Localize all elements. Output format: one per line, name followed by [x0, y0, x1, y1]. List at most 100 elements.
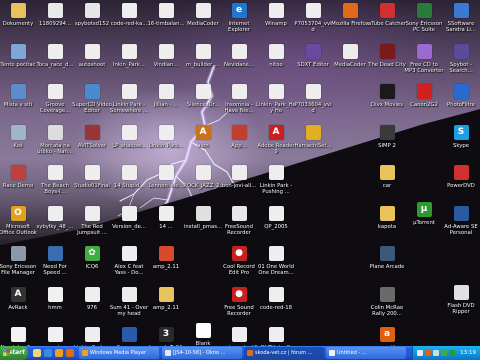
desktop-shortcut[interactable]: Version_de... — [112, 205, 146, 245]
desktop-shortcut[interactable]: Sony Ericsson File Manager — [0, 246, 36, 285]
desktop-shortcut[interactable]: motocontest2 — [221, 327, 257, 346]
desktop-shortcut[interactable]: QP_2005 — [259, 205, 293, 245]
desktop-shortcut[interactable]: HamachiSet... — [294, 124, 332, 164]
volume-tray-icon[interactable] — [433, 350, 439, 356]
desktop-shortcut[interactable]: MediaCoder — [186, 3, 220, 42]
desktop-shortcut[interactable]: Ad-Aware SE Personal — [444, 205, 478, 245]
desktop-shortcut[interactable]: Linkin Park - Somewhere ... — [110, 84, 148, 123]
desktop-shortcut[interactable]: SSoftware Sandra Li... — [444, 3, 478, 42]
desktop-shortcut[interactable]: Koš — [1, 124, 35, 164]
desktop-shortcut[interactable]: Linkin Park - Pushing ... — [259, 165, 293, 204]
desktop-shortcut[interactable]: PhotoFiltre — [444, 84, 478, 123]
desktop-shortcut[interactable]: Need For Speed ... — [38, 246, 72, 285]
desktop-shortcut[interactable]: The Dead City — [368, 43, 406, 83]
desktop-shortcut[interactable]: P7053704_vvid — [294, 3, 332, 42]
desktop-shortcut[interactable]: P7033604_vvid — [294, 84, 332, 123]
desktop-shortcut[interactable]: Morčata na útěku - Nah... — [37, 124, 73, 164]
internet-explorer-icon[interactable] — [44, 349, 52, 357]
desktop-shortcut[interactable]: Silence_Dr... — [186, 84, 220, 123]
firefox-icon[interactable] — [66, 349, 74, 357]
desktop-shortcut[interactable]: nitoo — [259, 43, 293, 83]
desktop-shortcut[interactable]: e Internet Explorer — [222, 3, 256, 42]
desktop-shortcut[interactable]: napis — [38, 327, 72, 346]
desktop-shortcut[interactable]: Divx Movies — [370, 84, 404, 123]
desktop-shortcut[interactable]: µ µTorrent — [407, 201, 441, 241]
messenger-tray-icon[interactable] — [441, 350, 447, 356]
desktop-shortcut[interactable]: sybylky_48_... — [37, 205, 73, 245]
desktop-shortcut[interactable]: 01 One World One Dream... — [258, 246, 294, 285]
desktop-shortcut[interactable]: 14 Stupid... — [112, 165, 146, 204]
desktop-shortcut[interactable]: Mozilla Firefox — [331, 3, 369, 42]
desktop-shortcut[interactable]: SDXT Editor — [296, 43, 330, 83]
desktop-shortcut[interactable]: MediaCoder — [333, 43, 367, 83]
desktop-shortcut[interactable]: ✿ ICQ6 — [75, 246, 109, 285]
desktop-shortcut[interactable]: Sony Ericsson PC Suite — [406, 3, 442, 42]
desktop-shortcut[interactable]: LP_shadow... — [112, 124, 146, 164]
desktop-shortcut[interactable]: Místa v síti — [1, 84, 35, 123]
desktop-shortcut[interactable]: autoshoot — [75, 43, 109, 83]
desktop-shortcut[interactable]: Blank — [186, 323, 220, 346]
desktop-shortcut[interactable]: SuperCD Video Editor — [72, 84, 112, 123]
desktop-shortcut[interactable]: ● Free Sound Recorder — [222, 286, 256, 326]
desktop-shortcut[interactable]: Toca_race_d... — [36, 43, 74, 83]
desktop-shortcut[interactable]: Spybot - Search... — [444, 43, 478, 83]
desktop-shortcut[interactable]: A AvRack — [1, 286, 35, 326]
desktop-shortcut[interactable]: Free CD to MP3 Converter — [404, 43, 444, 83]
desktop-shortcut[interactable]: Dokumenty — [1, 3, 35, 42]
desktop-shortcut[interactable]: Insomnia - Have Nie... — [222, 84, 256, 123]
start-button[interactable]: start — [0, 346, 28, 360]
desktop-shortcut[interactable]: ROCK_JAZZ_2... — [183, 165, 223, 204]
desktop-shortcut[interactable]: 14 ... — [149, 205, 183, 245]
desktop-shortcut[interactable]: PowerDVD — [444, 165, 478, 204]
desktop-shortcut[interactable]: Canon2G2 — [407, 84, 441, 123]
desktop-shortcut[interactable]: Inkin_Park... — [112, 43, 146, 83]
desktop-shortcut[interactable]: Sum 41 - Over my head — [110, 286, 148, 326]
antivirus-tray-icon[interactable] — [425, 350, 431, 356]
desktop-shortcut[interactable]: 16-timbalan... — [147, 3, 185, 42]
desktop-shortcut[interactable]: Linkin_Park... — [149, 124, 183, 164]
taskbar-button[interactable]: Untitled - ... — [326, 347, 406, 359]
desktop-shortcut[interactable]: Samsung Media Studio5 — [112, 327, 146, 346]
desktop-shortcut[interactable]: spybotsd152 — [75, 3, 109, 42]
desktop-shortcut[interactable]: AVITSolver — [75, 124, 109, 164]
desktop-shortcut[interactable]: Linkin_Park_Hey Ho — [256, 84, 296, 123]
desktop-shortcut[interactable]: kapota — [370, 205, 404, 245]
desktop-shortcut[interactable]: Colin McRae Rally 200... — [370, 286, 404, 326]
desktop-shortcut[interactable]: 3Launch ToCA Race Driver 3 — [149, 327, 183, 346]
desktop-shortcut[interactable]: aTube Catcher — [368, 3, 406, 42]
desktop-shortcut[interactable]: 976 — [75, 286, 109, 326]
desktop-shortcut[interactable]: Linkin_Park-... — [74, 327, 110, 346]
desktop-shortcut[interactable]: SIMP 2 — [370, 124, 404, 164]
desktop-shortcut[interactable]: Lennon_ele... — [148, 165, 184, 204]
desktop-shortcut[interactable]: A Adobe Reader 9 — [257, 124, 295, 164]
desktop-shortcut[interactable]: Alex C feat Yass - Do... — [112, 246, 146, 285]
desktop-shortcut[interactable]: Tento počítač — [0, 43, 36, 83]
desktop-shortcut[interactable]: hmm — [38, 286, 72, 326]
desktop-shortcut[interactable]: code-red-18 — [259, 286, 293, 326]
desktop-shortcut[interactable]: The Red Jumpsuit ... — [75, 205, 109, 245]
desktop-shortcut[interactable]: amp_2.11 — [149, 286, 183, 326]
desktop-shortcut[interactable]: Race Demo — [1, 165, 35, 204]
desktop-shortcut[interactable]: App... — [222, 124, 256, 164]
media-player-icon[interactable] — [55, 349, 63, 357]
desktop-shortcut[interactable]: Groove Coverage... — [38, 84, 72, 123]
desktop-shortcut[interactable]: Vindian... — [149, 43, 183, 83]
desktop-shortcut[interactable]: amp_2.11 — [149, 246, 183, 285]
desktop-shortcut[interactable]: install_pmas... — [184, 205, 222, 245]
desktop-shortcut[interactable]: bon-jovi-all... — [222, 165, 256, 204]
taskbar-button[interactable]: [JS4-10-58] - Okno ... — [162, 347, 242, 359]
desktop-shortcut[interactable]: DJ Tiësto @ Radio538 (2... — [259, 327, 293, 346]
desktop-shortcut[interactable]: code-red-ka... — [111, 3, 147, 42]
clock[interactable]: 13:19 — [460, 346, 476, 360]
desktop-shortcut[interactable]: Nevídané... — [222, 43, 256, 83]
taskbar-button[interactable]: skoda-vet.cz | fórum ... — [244, 347, 324, 359]
desktop-shortcut[interactable]: Jillian - ... — [149, 84, 183, 123]
taskbar-button[interactable]: Windows Media Player — [79, 347, 159, 359]
desktop-shortcut[interactable]: Plane Arcade — [370, 246, 404, 285]
desktop-shortcut[interactable]: S Skype — [444, 124, 478, 164]
network-tray-icon[interactable] — [417, 350, 423, 356]
desktop-shortcut[interactable]: FreeSound Recorder — [222, 205, 256, 245]
desktop-shortcut[interactable]: Flash DVD Ripper — [444, 284, 478, 324]
desktop-shortcut[interactable]: 11809294... — [38, 3, 72, 42]
desktop-shortcut[interactable]: O Microsoft Office Outlook — [0, 205, 37, 245]
